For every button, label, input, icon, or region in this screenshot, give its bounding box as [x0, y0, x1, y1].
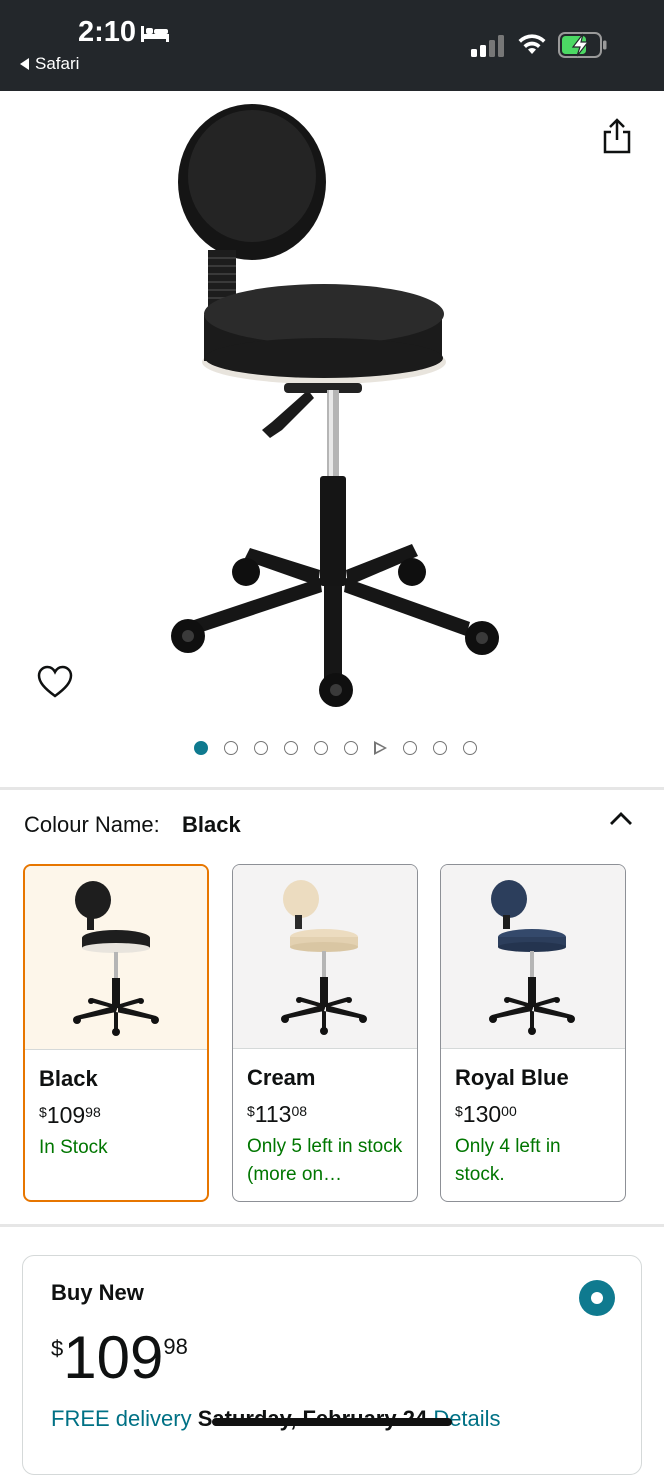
swatch-image — [25, 866, 207, 1050]
back-to-safari-button[interactable]: Safari — [20, 54, 79, 74]
stool-thumbnail — [73, 881, 159, 1036]
colour-name-value: Black — [182, 812, 241, 837]
colour-option-black[interactable]: Black $ 109 98 In Stock — [23, 864, 209, 1202]
carousel-dot[interactable] — [432, 741, 447, 755]
carousel-dot[interactable] — [223, 741, 238, 755]
swatch-image — [441, 865, 625, 1049]
video-play-icon[interactable] — [373, 741, 387, 755]
price-whole: 113 — [254, 1101, 292, 1127]
price-symbol: $ — [51, 1336, 64, 1361]
status-bar: 2:10 Safari — [0, 0, 664, 91]
colour-name-label: Colour Name: — [24, 812, 160, 837]
price-fraction: 08 — [291, 1103, 308, 1119]
radio-selected-icon[interactable] — [579, 1280, 615, 1316]
buy-new-title: Buy New — [51, 1280, 144, 1305]
delivery-prefix: FREE delivery — [51, 1406, 192, 1431]
option-price: $ 113 08 — [247, 1101, 307, 1128]
option-stock: Only 5 left in stock (more on… — [247, 1136, 403, 1185]
section-divider — [0, 787, 664, 790]
home-indicator[interactable] — [212, 1418, 452, 1426]
status-time: 2:10 — [78, 16, 137, 48]
section-divider — [0, 1224, 664, 1227]
price-symbol: $ — [39, 1104, 47, 1120]
carousel-dot[interactable] — [253, 741, 268, 755]
stool-thumbnail — [489, 880, 575, 1035]
price-whole: 109 — [63, 1324, 164, 1391]
battery-charging-icon — [558, 32, 607, 58]
price-symbol: $ — [455, 1103, 463, 1119]
option-name: Cream — [247, 1065, 316, 1090]
signal-icon — [471, 35, 504, 57]
swatch-image — [233, 865, 417, 1049]
wifi-icon — [518, 34, 546, 54]
option-stock: Only 4 left in stock. — [455, 1136, 561, 1185]
chevron-up-icon[interactable] — [608, 808, 634, 828]
buy-price: $ 109 98 — [51, 1328, 188, 1388]
carousel-dot[interactable] — [193, 741, 208, 755]
carousel-dot[interactable] — [283, 741, 298, 755]
colour-option-royal-blue[interactable]: Royal Blue $ 130 00 Only 4 left in stock… — [440, 864, 626, 1202]
bed-icon — [141, 26, 169, 42]
price-fraction: 00 — [501, 1103, 517, 1119]
image-carousel-indicator[interactable] — [0, 738, 664, 758]
option-price: $ 130 00 — [455, 1101, 517, 1128]
price-symbol: $ — [247, 1103, 255, 1119]
buy-new-option[interactable]: Buy New $ 109 98 FREE delivery Saturday,… — [22, 1255, 642, 1475]
option-stock: In Stock — [39, 1137, 108, 1158]
carousel-dot[interactable] — [313, 741, 328, 755]
carousel-dot[interactable] — [343, 741, 358, 755]
colour-option-cream[interactable]: Cream $ 113 08 Only 5 left in stock (mor… — [232, 864, 418, 1202]
heart-icon[interactable] — [36, 664, 74, 700]
back-arrow-icon — [20, 58, 29, 70]
option-name: Black — [39, 1066, 98, 1091]
share-icon[interactable] — [600, 118, 634, 154]
carousel-dot[interactable] — [402, 741, 417, 755]
back-app-label: Safari — [35, 54, 80, 73]
stool-thumbnail — [281, 880, 367, 1035]
price-fraction: 98 — [163, 1334, 188, 1359]
price-whole: 109 — [46, 1102, 86, 1128]
price-fraction: 98 — [85, 1104, 101, 1120]
price-whole: 130 — [462, 1101, 502, 1127]
option-name: Royal Blue — [455, 1065, 569, 1090]
product-image — [171, 104, 499, 707]
option-price: $ 109 98 — [39, 1102, 101, 1129]
carousel-dot[interactable] — [462, 741, 477, 755]
